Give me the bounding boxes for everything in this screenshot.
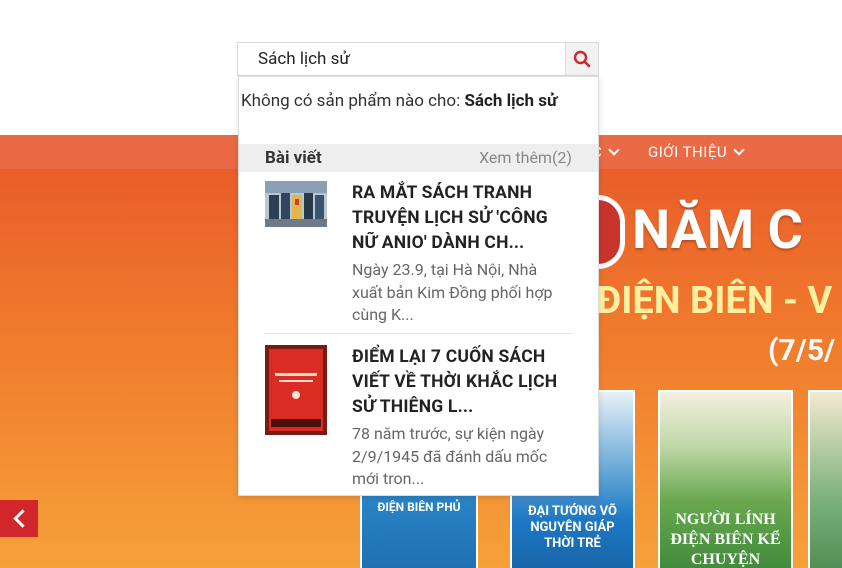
search-box bbox=[237, 42, 599, 76]
section-title: Bài viết bbox=[265, 148, 322, 168]
banner-subtitle: ĐIỆN BIÊN - V bbox=[596, 279, 833, 323]
article-thumbnail[interactable] bbox=[265, 345, 327, 435]
view-more-link[interactable]: Xem thêm(2) bbox=[479, 148, 572, 167]
book-cover[interactable]: NGƯỜI LÍNH ĐIỆN BIÊN KỂ CHUYỆN bbox=[658, 390, 793, 568]
article-thumbnail[interactable] bbox=[265, 181, 327, 227]
carousel-prev-button[interactable] bbox=[0, 500, 38, 537]
search-icon bbox=[573, 50, 591, 68]
search-input[interactable] bbox=[238, 43, 564, 75]
book-cover[interactable] bbox=[808, 390, 842, 568]
search-button[interactable] bbox=[565, 43, 598, 75]
book-title: ĐẠI TƯỚNG VÕ NGUYÊN GIÁP THỜI TRẺ bbox=[527, 504, 618, 551]
article-title[interactable]: RA MẮT SÁCH TRANH TRUYỆN LỊCH SỬ 'CÔNG N… bbox=[352, 181, 567, 256]
article-title[interactable]: ĐIỂM LẠI 7 CUỐN SÁCH VIẾT VỀ THỜI KHẮC L… bbox=[352, 345, 567, 420]
chevron-down-icon bbox=[733, 144, 745, 156]
book-title: ĐIỆN BIÊN PHỦ bbox=[377, 500, 461, 514]
article-excerpt: 78 năm trước, sự kiện ngày 2/9/1945 đã đ… bbox=[352, 424, 548, 488]
article-excerpt: Ngày 23.9, tại Hà Nội, Nhà xuất bản Kim … bbox=[352, 260, 553, 324]
nav-item-about[interactable]: GIỚI THIỆU bbox=[648, 143, 745, 161]
emblem-icon bbox=[598, 195, 625, 269]
book-title: NGƯỜI LÍNH ĐIỆN BIÊN KỂ CHUYỆN bbox=[670, 511, 781, 568]
banner-date: (7/5/ bbox=[768, 333, 836, 368]
no-result-query: Sách lịch sử bbox=[464, 91, 558, 111]
chevron-left-icon bbox=[12, 509, 32, 528]
divider bbox=[265, 333, 573, 334]
article-item[interactable]: RA MẮT SÁCH TRANH TRUYỆN LỊCH SỬ 'CÔNG N… bbox=[265, 181, 573, 331]
articles-section-header: Bài viết Xem thêm(2) bbox=[239, 144, 598, 172]
article-item[interactable]: ĐIỂM LẠI 7 CUỐN SÁCH VIẾT VỀ THỜI KHẮC L… bbox=[265, 345, 573, 490]
banner-title: NĂM C bbox=[632, 199, 803, 262]
search-suggestions-dropdown: Không có sản phẩm nào cho: Sách lịch sử … bbox=[238, 76, 599, 496]
no-product-message: Không có sản phẩm nào cho: Sách lịch sử bbox=[241, 91, 558, 111]
chevron-down-icon bbox=[608, 144, 620, 156]
